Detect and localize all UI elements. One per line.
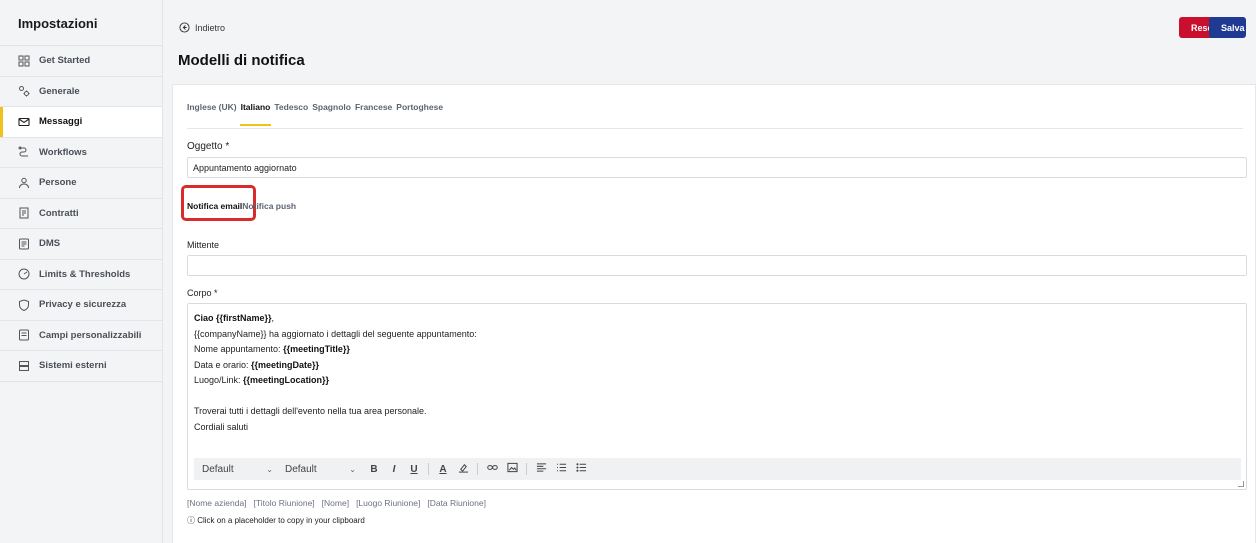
tab-francese[interactable]: Francese <box>355 102 392 112</box>
toolbar-separator <box>428 463 429 475</box>
server-icon <box>18 360 30 372</box>
sidebar-item-workflows[interactable]: Workflows <box>0 138 162 168</box>
gears-icon <box>18 85 30 97</box>
sidebar-item-label: Generale <box>39 85 80 97</box>
editor-line: Data e orario: {{meetingDate}} <box>194 359 320 370</box>
editor-toolbar: Default ⌄ Default ⌄ B I U A <box>194 458 1241 480</box>
underline-button[interactable]: U <box>408 464 420 475</box>
sidebar: Impostazioni Get Started Generale Messag… <box>0 0 163 543</box>
contract-icon <box>18 207 30 219</box>
mail-icon <box>18 116 30 128</box>
highlight-color-icon[interactable] <box>457 462 469 476</box>
workflow-icon <box>18 146 30 158</box>
font-family-select[interactable]: Default ⌄ <box>202 464 277 475</box>
tab-inglese-uk[interactable]: Inglese (UK) <box>187 102 237 112</box>
sidebar-item-campi[interactable]: Campi personalizzabili <box>0 321 162 351</box>
toolbar-separator <box>477 463 478 475</box>
subject-label: Oggetto * <box>187 141 230 152</box>
sidebar-item-label: Get Started <box>39 55 91 67</box>
language-tabs: Inglese (UK) Italiano Tedesco Spagnolo F… <box>187 102 447 126</box>
editor-blank-line <box>194 389 477 405</box>
form-icon <box>18 329 30 341</box>
save-button[interactable]: Salva <box>1209 17 1246 38</box>
sidebar-item-get-started[interactable]: Get Started <box>0 46 162 77</box>
sender-input[interactable] <box>187 255 1247 276</box>
font-size-value: Default <box>285 463 317 475</box>
sidebar-item-generale[interactable]: Generale <box>0 77 162 107</box>
body-label: Corpo * <box>187 288 218 298</box>
bullet-list-icon[interactable] <box>575 462 587 476</box>
sidebar-item-messaggi[interactable]: Messaggi <box>0 107 162 138</box>
text-color-button[interactable]: A <box>437 464 449 475</box>
back-label: Indietro <box>195 22 226 33</box>
font-family-value: Default <box>202 463 234 475</box>
align-icon[interactable] <box>535 462 547 476</box>
ordered-list-icon[interactable] <box>555 462 567 476</box>
document-icon <box>18 238 30 250</box>
page-title: Modelli di notifica <box>178 52 305 69</box>
placeholder-nome-azienda[interactable]: [Nome azienda] <box>187 498 247 508</box>
sidebar-item-label: Persone <box>39 177 77 189</box>
editor-line: Luogo/Link: {{meetingLocation}} <box>194 375 330 385</box>
sender-label: Mittente <box>187 240 220 250</box>
tab-portoghese[interactable]: Portoghese <box>396 102 443 112</box>
editor-line: Cordiali saluti <box>194 421 249 432</box>
tab-tedesco[interactable]: Tedesco <box>274 102 308 112</box>
template-card: Inglese (UK) Italiano Tedesco Spagnolo F… <box>172 84 1256 543</box>
sidebar-item-label: Campi personalizzabili <box>39 329 142 341</box>
user-icon <box>18 177 30 189</box>
sidebar-item-label: Workflows <box>39 146 87 158</box>
sidebar-item-privacy[interactable]: Privacy e sicurezza <box>0 290 162 321</box>
editor-line: Nome appuntamento: {{meetingTitle}} <box>194 344 350 354</box>
sidebar-item-label: Privacy e sicurezza <box>39 299 127 311</box>
tabs-divider <box>187 128 1243 129</box>
gauge-icon <box>18 268 30 280</box>
sidebar-title: Impostazioni <box>0 0 162 46</box>
arrow-left-circle-icon <box>179 22 190 33</box>
bold-button[interactable]: B <box>368 464 380 475</box>
sidebar-item-label: Messaggi <box>39 116 83 128</box>
tab-italiano[interactable]: Italiano <box>239 102 272 126</box>
tab-notifica-push[interactable]: Notifica push <box>242 201 296 211</box>
sidebar-item-persone[interactable]: Persone <box>0 168 162 199</box>
placeholder-nome[interactable]: [Nome] <box>322 498 349 508</box>
image-icon[interactable] <box>506 462 518 476</box>
editor-line: Troverai tutti i dettagli dell'evento ne… <box>194 406 427 416</box>
sidebar-item-label: Contratti <box>39 207 79 219</box>
placeholder-list: [Nome azienda] [Titolo Riunione] [Nome] … <box>187 498 493 508</box>
subject-input[interactable] <box>187 157 1247 178</box>
placeholder-luogo-riunione[interactable]: [Luogo Riunione] <box>356 498 420 508</box>
placeholder-data-riunione[interactable]: [Data Riunione] <box>427 498 486 508</box>
main-content: Indietro Reset Salva Modelli di notifica… <box>164 0 1256 543</box>
body-editor[interactable]: Ciao {{firstName}}, {{companyName}} ha a… <box>187 303 1247 490</box>
editor-content[interactable]: Ciao {{firstName}}, {{companyName}} ha a… <box>194 311 477 435</box>
resize-handle[interactable] <box>1238 481 1244 487</box>
editor-line: Ciao {{firstName}}, <box>194 313 275 323</box>
link-icon[interactable] <box>486 462 498 476</box>
chevron-down-icon: ⌄ <box>266 464 273 474</box>
clipboard-hint: ⓘ Click on a placeholder to copy in your… <box>187 516 365 525</box>
toolbar-separator <box>526 463 527 475</box>
tab-spagnolo[interactable]: Spagnolo <box>312 102 351 112</box>
sidebar-item-contratti[interactable]: Contratti <box>0 199 162 229</box>
placeholder-titolo-riunione[interactable]: [Titolo Riunione] <box>254 498 315 508</box>
sidebar-item-label: Sistemi esterni <box>39 360 107 372</box>
sidebar-item-dms[interactable]: DMS <box>0 229 162 260</box>
grid-icon <box>18 55 30 67</box>
editor-line: {{companyName}} ha aggiornato i dettagli… <box>194 328 477 339</box>
chevron-down-icon: ⌄ <box>349 464 356 474</box>
sidebar-item-limits-thresholds[interactable]: Limits & Thresholds <box>0 260 162 290</box>
shield-icon <box>18 299 30 311</box>
back-link[interactable]: Indietro <box>179 22 225 33</box>
font-size-select[interactable]: Default ⌄ <box>285 464 360 475</box>
italic-button[interactable]: I <box>388 464 400 475</box>
channel-tabs: Notifica email Notifica push <box>187 201 296 211</box>
tab-notifica-email[interactable]: Notifica email <box>187 201 242 211</box>
sidebar-item-sistemi-esterni[interactable]: Sistemi esterni <box>0 351 162 382</box>
sidebar-item-label: Limits & Thresholds <box>39 268 131 280</box>
sidebar-item-label: DMS <box>39 238 61 250</box>
